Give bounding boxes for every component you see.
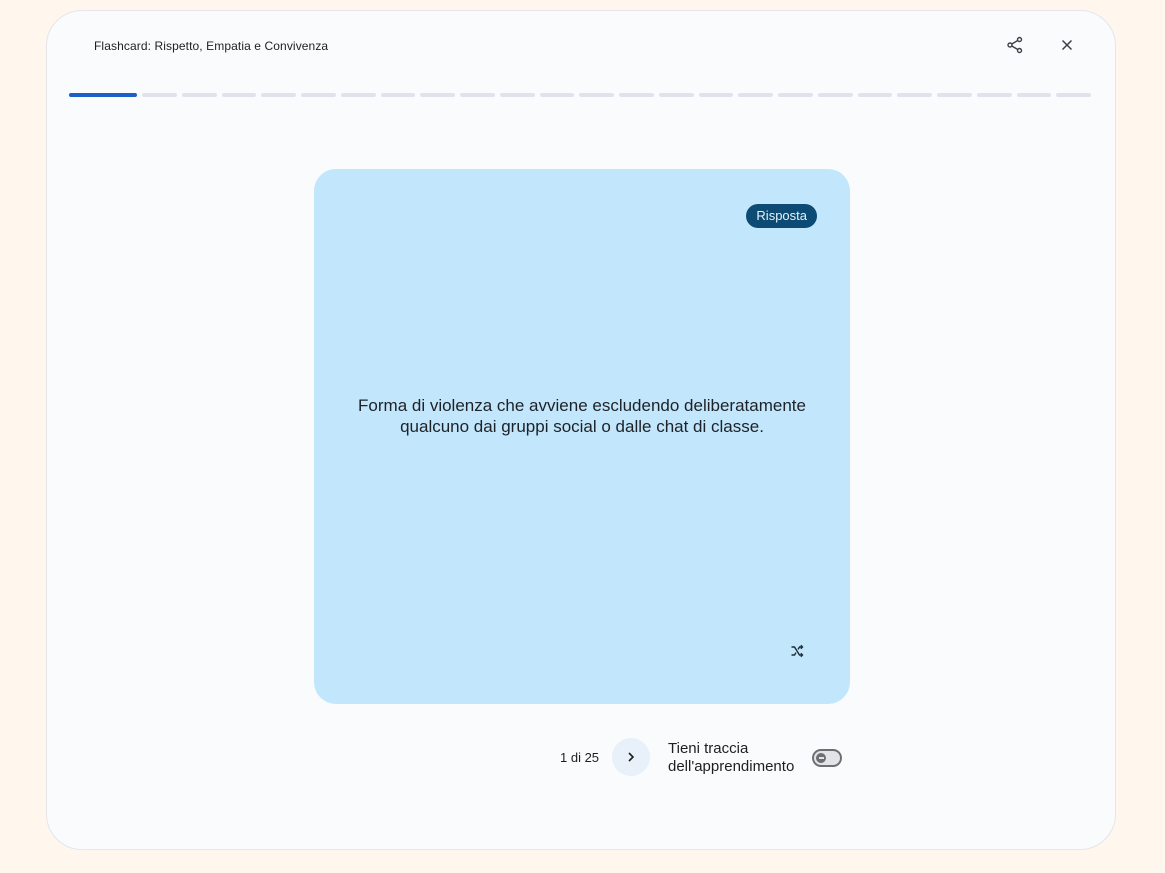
close-button[interactable] [1053, 31, 1081, 59]
track-learning-label: Tieni traccia dell'apprendimento [668, 740, 795, 775]
progress-segment [380, 93, 416, 97]
card-text: Forma di violenza che avviene escludendo… [358, 396, 806, 436]
progress-segment [460, 93, 495, 97]
progress-segment [1056, 93, 1091, 97]
progress-segment [420, 93, 455, 97]
progress-segment [142, 93, 177, 97]
progress-segment [976, 93, 1012, 97]
progress-segment [181, 93, 217, 97]
progress-segment [499, 93, 535, 97]
next-card-button[interactable] [612, 738, 650, 776]
progress-segment [698, 93, 734, 97]
progress-segment [778, 93, 813, 97]
progress-segment [261, 93, 296, 97]
shuffle-button[interactable] [785, 639, 809, 663]
share-button[interactable] [1001, 31, 1029, 59]
progress-segment [1016, 93, 1052, 97]
dialog-title: Flashcard: Rispetto, Empatia e Convivenz… [94, 39, 329, 53]
progress-bar [69, 93, 1091, 97]
share-icon [1007, 36, 1023, 54]
track-learning-toggle[interactable] [812, 749, 842, 767]
progress-segment [301, 93, 336, 97]
progress-segment [857, 93, 893, 97]
close-icon [1061, 39, 1073, 51]
progress-segment [579, 93, 614, 97]
answer-badge: Risposta [746, 204, 817, 228]
chevron-right-icon [628, 752, 635, 762]
progress-segment [340, 93, 376, 97]
progress-segment [817, 93, 853, 97]
flashcard[interactable]: Risposta Forma di violenza che avviene e… [314, 169, 850, 704]
progress-segment [69, 93, 137, 97]
progress-segment [221, 93, 257, 97]
shuffle-icon [791, 644, 804, 658]
progress-segment [619, 93, 654, 97]
toggle-knob [816, 753, 826, 763]
progress-segment [658, 93, 694, 97]
flashcard-dialog: Flashcard: Rispetto, Empatia e Convivenz… [46, 10, 1116, 850]
progress-segment [738, 93, 773, 97]
progress-segment [897, 93, 932, 97]
card-counter: 1 di 25 [560, 750, 600, 765]
progress-segment [937, 93, 972, 97]
progress-segment [539, 93, 575, 97]
